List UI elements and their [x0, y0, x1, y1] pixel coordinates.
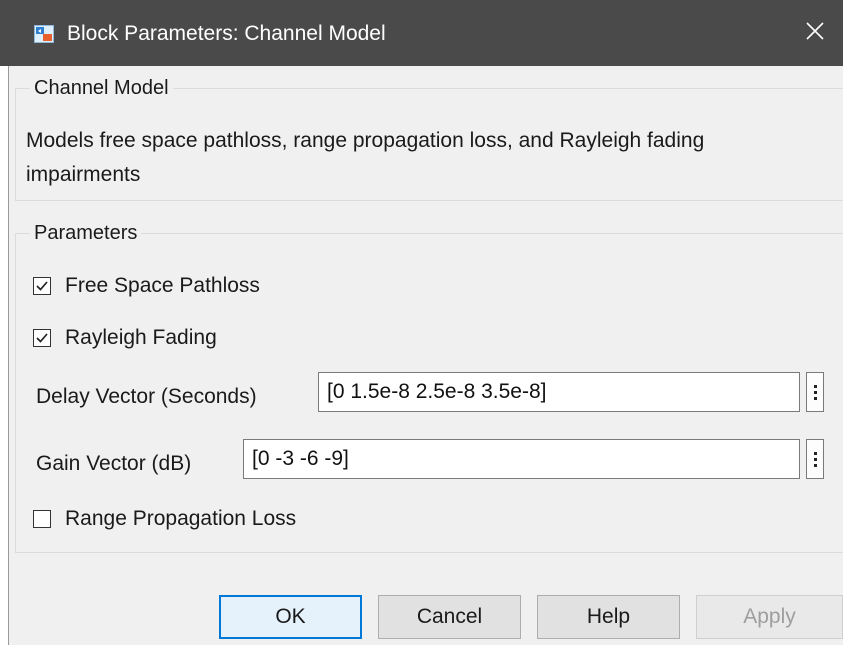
free-space-pathloss-label: Free Space Pathloss	[65, 274, 260, 297]
window-title: Block Parameters: Channel Model	[67, 22, 386, 45]
range-propagation-loss-checkbox[interactable]: Range Propagation Loss	[33, 505, 296, 533]
gain-vector-input[interactable]	[243, 439, 800, 479]
gain-vector-menu-button[interactable]	[806, 439, 824, 479]
help-button[interactable]: Help	[537, 595, 680, 639]
apply-button[interactable]: Apply	[696, 595, 843, 639]
rayleigh-fading-label: Rayleigh Fading	[65, 326, 217, 349]
checkbox-box[interactable]	[33, 510, 51, 528]
gain-vector-label: Gain Vector (dB)	[36, 452, 192, 475]
rayleigh-fading-checkbox[interactable]: Rayleigh Fading	[33, 324, 217, 352]
cancel-button[interactable]: Cancel	[378, 595, 521, 639]
window-frame-divider	[8, 66, 9, 645]
delay-vector-label: Delay Vector (Seconds)	[36, 385, 257, 408]
simulink-block-icon	[34, 25, 54, 43]
free-space-pathloss-checkbox[interactable]: Free Space Pathloss	[33, 272, 260, 300]
block-description: Models free space pathloss, range propag…	[26, 129, 705, 186]
close-icon	[806, 21, 824, 45]
title-bar: Block Parameters: Channel Model	[0, 0, 843, 66]
checkmark-icon	[36, 333, 48, 343]
vertical-ellipsis-icon	[813, 384, 817, 388]
description-group-title: Channel Model	[30, 77, 173, 99]
vertical-ellipsis-icon	[813, 451, 817, 455]
checkbox-box[interactable]	[33, 329, 51, 347]
parameters-group-title: Parameters	[30, 222, 142, 244]
checkbox-box[interactable]	[33, 277, 51, 295]
delay-vector-input[interactable]	[318, 372, 800, 412]
close-button[interactable]	[787, 0, 843, 66]
delay-vector-menu-button[interactable]	[806, 372, 824, 412]
ok-button[interactable]: OK	[219, 595, 362, 639]
range-propagation-loss-label: Range Propagation Loss	[65, 507, 297, 530]
checkmark-icon	[36, 281, 48, 291]
window-frame	[0, 66, 8, 645]
